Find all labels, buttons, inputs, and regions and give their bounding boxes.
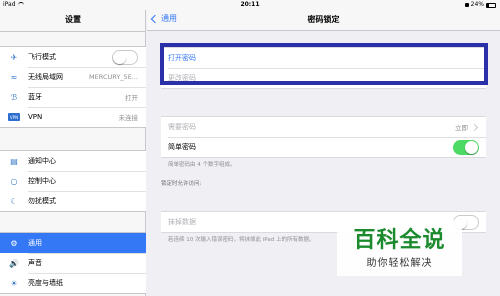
vpn-icon: VPN <box>8 113 20 121</box>
bluetooth-icon: ℬ <box>10 92 18 102</box>
sidebar-item-value: 未连接 <box>118 114 139 122</box>
sidebar-item-label: 控制中心 <box>28 177 56 185</box>
simple-passcode-footer: 简单密码由 4 个数字组成。 <box>168 162 236 168</box>
sidebar-item-value: 打开 <box>125 94 138 102</box>
sidebar-title: 设置 <box>65 15 81 24</box>
watermark-title: 百科全说 <box>353 228 446 253</box>
moon-icon: ☾ <box>10 196 18 206</box>
sidebar-item-label: 飞行模式 <box>28 53 56 61</box>
sidebar-item-general[interactable]: ⚙ 通用 <box>0 233 146 253</box>
require-passcode-value: 立即 <box>455 124 468 132</box>
clock: 20:11 <box>240 1 260 8</box>
sidebar-item-do-not-disturb[interactable]: ☾ 勿扰模式 <box>0 191 146 211</box>
highlight-box <box>160 43 488 85</box>
sidebar-item-label: VPN <box>28 113 43 121</box>
sidebar-group-notifications: ▤ 通知中心 ○ 控制中心 ☾ 勿扰模式 <box>0 150 146 212</box>
require-passcode-row[interactable]: 需要密码 立即 <box>161 117 486 137</box>
sidebar-item-control-center[interactable]: ○ 控制中心 <box>0 171 146 191</box>
battery-percent: 24% <box>470 1 484 8</box>
control-center-icon: ○ <box>10 176 18 186</box>
rotation-lock-icon <box>464 3 469 7</box>
sidebar-item-label: 声音 <box>28 259 42 267</box>
allow-access-header: 锁定时允许访问: <box>161 181 202 187</box>
sidebar-item-brightness-wallpaper[interactable]: ☀ 亮度与墙纸 <box>0 273 146 293</box>
sidebar-item-vpn[interactable]: VPN VPN 未连接 <box>0 107 146 127</box>
watermark-subtitle: 助你轻松解决 <box>366 258 433 269</box>
notification-center-icon: ▤ <box>10 156 18 166</box>
simple-passcode-label: 简单密码 <box>168 143 196 151</box>
sidebar-item-bluetooth[interactable]: ℬ 蓝牙 打开 <box>0 87 146 107</box>
status-right: 24% <box>464 0 496 10</box>
sidebar-item-wifi[interactable]: ≈ 无线局域网 MERCURY_5E... <box>0 67 146 87</box>
sidebar-group-device: ⚙ 通用 🔊 声音 ☀ 亮度与墙纸 <box>0 232 146 294</box>
chevron-right-icon <box>470 123 479 131</box>
require-passcode-label: 需要密码 <box>168 123 196 131</box>
sidebar-item-sounds[interactable]: 🔊 声音 <box>0 253 146 273</box>
simple-passcode-row: 简单密码 <box>161 137 486 157</box>
watermark: 百科全说 助你轻松解决 <box>337 220 462 276</box>
sidebar-item-label: 蓝牙 <box>28 93 42 101</box>
settings-sidebar: 设置 ✈ 飞行模式 ≈ 无线局域网 MERCURY_5E... ℬ 蓝牙 打开 … <box>0 10 146 296</box>
page-title: 密码锁定 <box>307 15 340 24</box>
sound-icon: 🔊 <box>9 258 19 268</box>
sidebar-group-connectivity: ✈ 飞行模式 ≈ 无线局域网 MERCURY_5E... ℬ 蓝牙 打开 VPN… <box>0 46 146 128</box>
sidebar-item-value: MERCURY_5E... <box>89 73 138 81</box>
sidebar-item-notification-center[interactable]: ▤ 通知中心 <box>0 151 146 171</box>
simple-passcode-toggle[interactable] <box>453 139 479 155</box>
sidebar-item-label: 亮度与墙纸 <box>28 279 63 287</box>
erase-data-footer: 若连续 10 次输入错误密码，将抹掉此 iPad 上的所有数据。 <box>168 237 315 243</box>
navigation-bar: 通用 密码锁定 <box>147 10 500 31</box>
battery-icon <box>486 2 496 8</box>
brightness-icon: ☀ <box>10 278 18 288</box>
sidebar-item-label: 勿扰模式 <box>28 197 56 205</box>
sidebar-divider <box>0 31 146 32</box>
sidebar-item-label: 通用 <box>28 239 42 247</box>
sidebar-item-airplane-mode[interactable]: ✈ 飞行模式 <box>0 47 146 67</box>
passcode-options-group: 需要密码 立即 简单密码 <box>161 116 486 158</box>
airplane-icon: ✈ <box>10 52 18 62</box>
gear-icon: ⚙ <box>10 238 18 248</box>
sidebar-item-label: 无线局域网 <box>28 73 63 81</box>
sidebar-item-label: 通知中心 <box>28 157 56 165</box>
airplane-mode-toggle[interactable] <box>112 49 138 65</box>
status-bar: iPad 20:11 24% <box>0 0 500 10</box>
wifi-icon: ≈ <box>10 72 18 82</box>
